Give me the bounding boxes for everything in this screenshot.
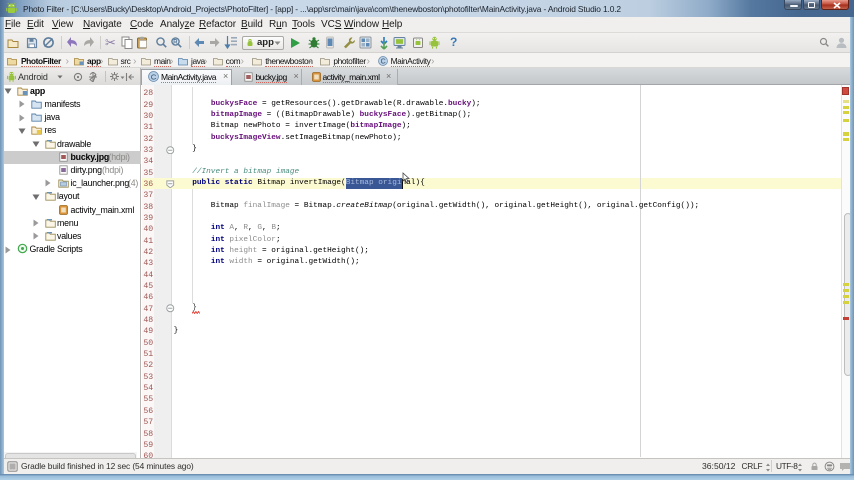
svg-text:C: C [381, 59, 386, 66]
svg-text:C: C [150, 73, 156, 82]
